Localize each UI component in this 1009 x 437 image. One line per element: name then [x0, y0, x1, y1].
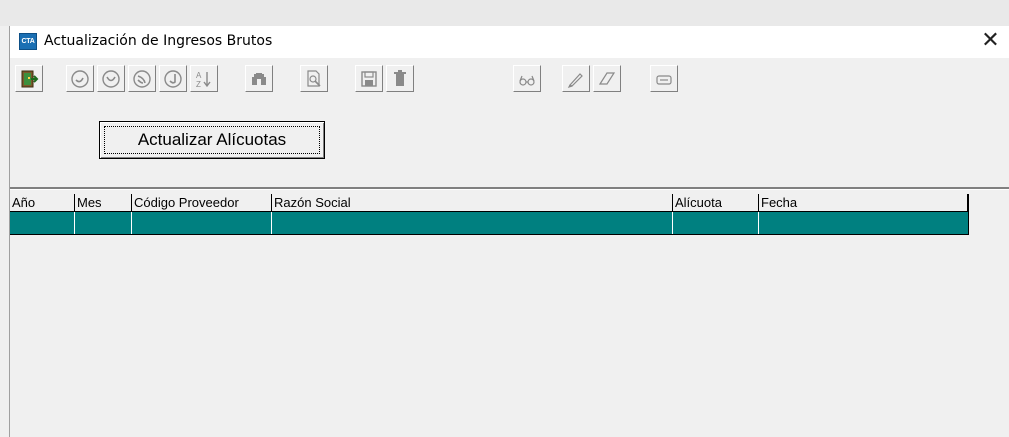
column-header-supplier-code[interactable]: Código Proveedor — [132, 194, 272, 211]
cell-year[interactable] — [10, 212, 75, 234]
grid-header: Año Mes Código Proveedor Razón Social Al… — [10, 194, 968, 211]
view-button[interactable] — [513, 65, 541, 92]
toolbar: A Z — [10, 58, 1009, 102]
column-header-month[interactable]: Mes — [75, 194, 132, 211]
delete-icon — [394, 69, 406, 86]
close-button[interactable]: ✕ — [972, 27, 1009, 57]
erase-button[interactable] — [593, 65, 621, 92]
column-header-rate[interactable]: Alícuota — [673, 194, 759, 211]
previous-record-button[interactable] — [97, 65, 125, 92]
first-record-icon — [71, 69, 89, 88]
save-button[interactable] — [355, 65, 383, 92]
svg-text:A: A — [196, 71, 202, 80]
edit-button[interactable] — [562, 65, 590, 92]
cell-supplier-code[interactable] — [132, 212, 272, 234]
preview-button[interactable] — [300, 65, 328, 92]
sort-button[interactable]: A Z — [190, 65, 218, 92]
top-strip — [0, 0, 1009, 26]
delete-button[interactable] — [386, 65, 414, 92]
find-button[interactable] — [245, 65, 273, 92]
cell-business-name[interactable] — [272, 212, 673, 234]
update-rates-label: Actualizar Alícuotas — [137, 130, 287, 149]
sort-icon: A Z — [196, 71, 211, 89]
preview-icon — [307, 69, 321, 87]
print-button[interactable] — [650, 65, 678, 92]
view-icon — [519, 75, 535, 86]
first-record-button[interactable] — [66, 65, 94, 92]
update-rates-button[interactable]: Actualizar Alícuotas — [99, 121, 325, 159]
app-logo-icon: CTA — [19, 33, 37, 50]
next-record-button[interactable] — [128, 65, 156, 92]
svg-text:Z: Z — [196, 80, 201, 89]
previous-record-icon — [102, 69, 120, 88]
last-record-button[interactable] — [159, 65, 187, 92]
column-header-year[interactable]: Año — [10, 194, 75, 211]
next-record-icon — [133, 69, 151, 88]
exit-button[interactable] — [15, 65, 43, 92]
erase-icon — [598, 71, 616, 85]
save-icon — [361, 70, 377, 87]
edit-icon — [567, 72, 583, 88]
last-record-icon — [164, 69, 182, 88]
cell-rate[interactable] — [673, 212, 759, 234]
print-icon — [656, 74, 672, 85]
cell-month[interactable] — [75, 212, 132, 234]
find-icon — [252, 72, 266, 85]
window-title: Actualización de Ingresos Brutos — [44, 33, 273, 49]
exit-icon — [21, 70, 39, 87]
rates-grid[interactable]: Año Mes Código Proveedor Razón Social Al… — [10, 190, 1009, 437]
title-bar: CTA Actualización de Ingresos Brutos ✕ — [10, 26, 1009, 58]
cell-date[interactable] — [759, 212, 968, 234]
column-header-business-name[interactable]: Razón Social — [272, 194, 673, 211]
grid-right-border — [968, 194, 969, 235]
column-header-date[interactable]: Fecha — [759, 194, 968, 211]
table-row-selected[interactable] — [10, 211, 968, 235]
app-window: CTA Actualización de Ingresos Brutos ✕ A… — [9, 26, 1009, 437]
